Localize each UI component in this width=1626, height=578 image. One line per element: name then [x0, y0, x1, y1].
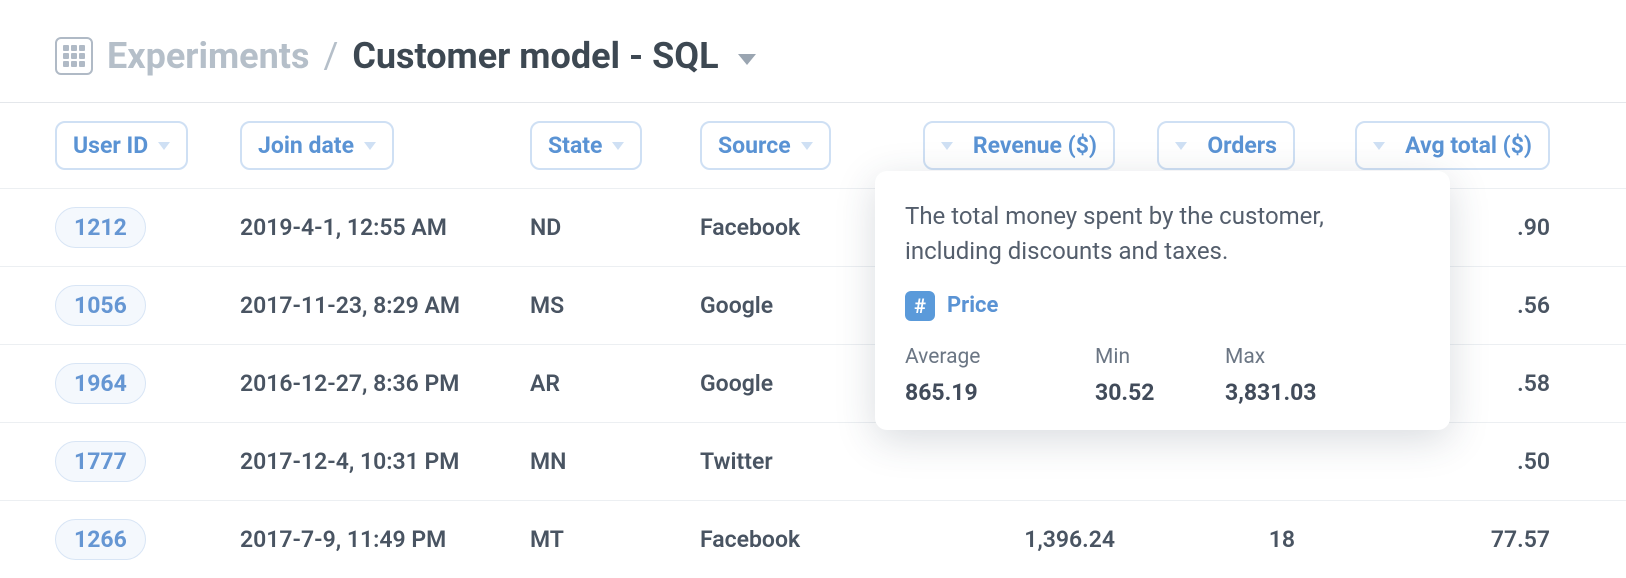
cell-join-date: 2019-4-1, 12:55 AM — [240, 214, 447, 241]
cell-join-date: 2017-7-9, 11:49 PM — [240, 526, 446, 553]
column-label: Join date — [258, 132, 354, 159]
table-row[interactable]: 1266 2017-7-9, 11:49 PM MT Facebook 1,396.24… — [0, 500, 1626, 578]
chevron-down-icon[interactable] — [738, 54, 756, 65]
column-header-source[interactable]: Source — [700, 121, 831, 170]
stat-avg-value: 865.19 — [905, 379, 1095, 406]
user-id-pill[interactable]: 1056 — [55, 285, 146, 326]
cell-state: MN — [530, 448, 566, 475]
column-header-avg-total[interactable]: Avg total ($) — [1355, 121, 1550, 170]
hash-icon: # — [905, 291, 935, 321]
cell-join-date: 2017-12-4, 10:31 PM — [240, 448, 459, 475]
cell-source: Facebook — [700, 526, 800, 553]
grid-icon[interactable] — [55, 37, 93, 75]
cell-revenue: 1,396.24 — [885, 526, 1115, 553]
stat-max-label: Max — [1225, 345, 1385, 369]
user-id-pill[interactable]: 1266 — [55, 519, 146, 560]
breadcrumb-parent[interactable]: Experiments — [107, 35, 309, 77]
column-label: Revenue ($) — [973, 132, 1097, 159]
column-header-revenue[interactable]: Revenue ($) — [923, 121, 1115, 170]
column-info-popover: The total money spent by the customer, i… — [875, 171, 1450, 430]
column-label: Source — [718, 132, 791, 159]
popover-tag-label: Price — [947, 293, 998, 318]
column-header-user-id[interactable]: User ID — [55, 121, 188, 170]
column-header-join-date[interactable]: Join date — [240, 121, 394, 170]
stat-min-label: Min — [1095, 345, 1225, 369]
stat-max-value: 3,831.03 — [1225, 379, 1385, 406]
cell-state: AR — [530, 370, 560, 397]
popover-stats: Average 865.19 Min 30.52 Max 3,831.03 — [905, 345, 1420, 406]
column-label: Avg total ($) — [1405, 132, 1532, 159]
column-header-state[interactable]: State — [530, 121, 642, 170]
cell-avg-total: 77.57 — [1295, 526, 1550, 553]
chevron-down-icon — [941, 142, 953, 150]
cell-state: MS — [530, 292, 564, 319]
breadcrumb-current-label: Customer model - SQL — [352, 35, 718, 77]
cell-source: Google — [700, 292, 773, 319]
popover-tag[interactable]: # Price — [905, 291, 1420, 321]
column-label: User ID — [73, 132, 148, 159]
user-id-pill[interactable]: 1212 — [55, 207, 146, 248]
popover-description: The total money spent by the customer, i… — [905, 199, 1420, 269]
user-id-pill[interactable]: 1777 — [55, 441, 146, 482]
chevron-down-icon — [1373, 142, 1385, 150]
column-header-orders[interactable]: Orders — [1157, 121, 1295, 170]
stat-avg-label: Average — [905, 345, 1095, 369]
column-label: Orders — [1207, 132, 1277, 159]
chevron-down-icon — [801, 142, 813, 150]
cell-source: Twitter — [700, 448, 773, 475]
chevron-down-icon — [364, 142, 376, 150]
table-row[interactable]: 1777 2017-12-4, 10:31 PM MN Twitter .50 — [0, 422, 1626, 500]
cell-source: Facebook — [700, 214, 800, 241]
cell-state: MT — [530, 526, 564, 553]
breadcrumb: Experiments / Customer model - SQL — [0, 0, 1626, 102]
column-label: State — [548, 132, 602, 159]
stat-min-value: 30.52 — [1095, 379, 1225, 406]
cell-join-date: 2016-12-27, 8:36 PM — [240, 370, 459, 397]
cell-source: Google — [700, 370, 773, 397]
breadcrumb-separator: / — [323, 35, 338, 77]
breadcrumb-current[interactable]: Customer model - SQL — [352, 35, 755, 77]
chevron-down-icon — [1175, 142, 1187, 150]
chevron-down-icon — [158, 142, 170, 150]
chevron-down-icon — [612, 142, 624, 150]
user-id-pill[interactable]: 1964 — [55, 363, 146, 404]
data-table: User ID Join date State Source — [0, 103, 1626, 578]
cell-state: ND — [530, 214, 561, 241]
cell-avg-total: .50 — [1295, 448, 1550, 475]
cell-join-date: 2017-11-23, 8:29 AM — [240, 292, 460, 319]
cell-orders: 18 — [1115, 526, 1295, 553]
